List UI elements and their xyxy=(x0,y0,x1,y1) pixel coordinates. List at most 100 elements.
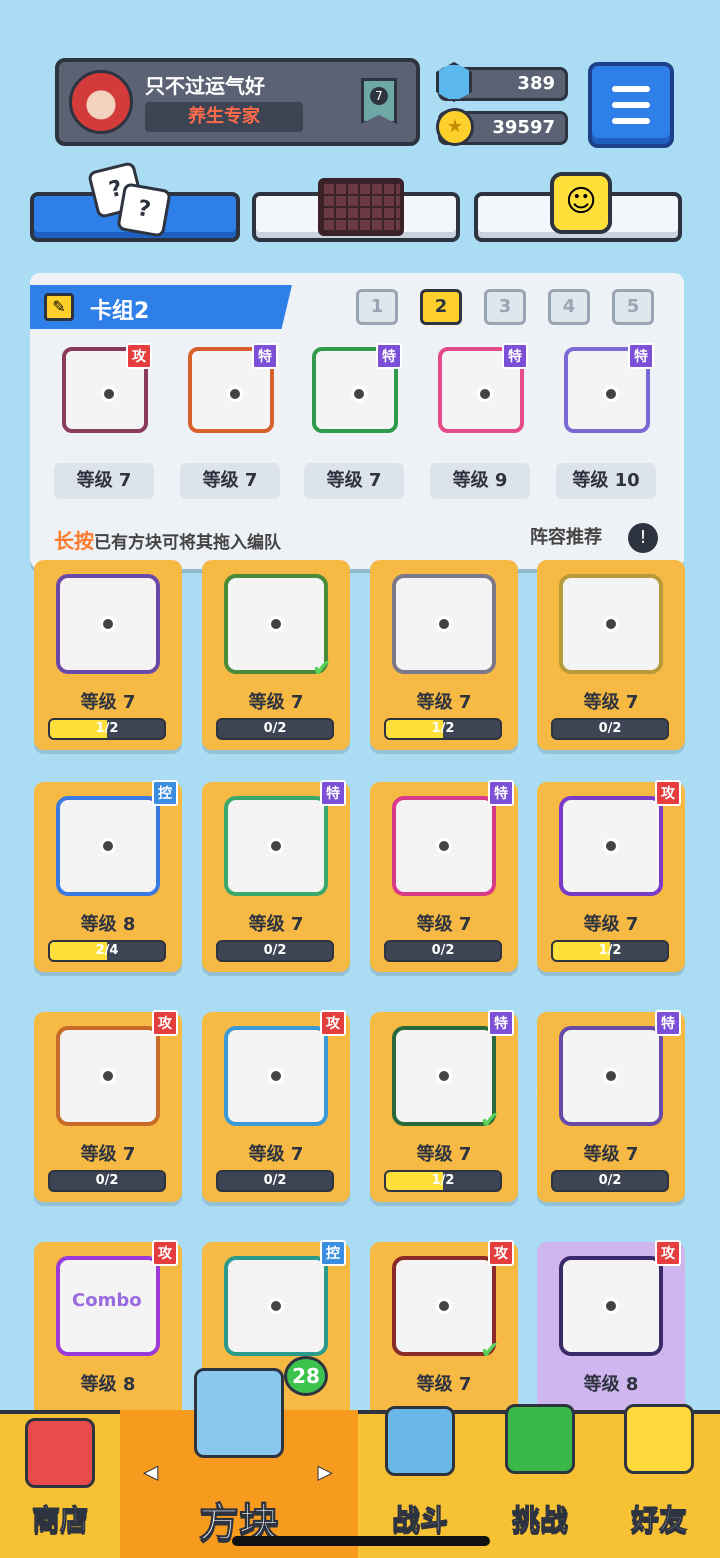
collection-card[interactable]: 攻等级 7 1/2 xyxy=(537,780,685,972)
card-pip-icon xyxy=(436,1068,452,1084)
card-pip-icon xyxy=(603,838,619,854)
card-type-badge: 控 xyxy=(152,780,178,806)
deck-card[interactable]: 特 xyxy=(556,333,656,441)
progress-text: 1/2 xyxy=(431,721,455,736)
progress-text: 0/2 xyxy=(598,1173,622,1188)
card-level: 等级 8 xyxy=(583,1374,639,1395)
deck-header[interactable]: ✎ 卡组2 xyxy=(30,285,292,329)
card-level: 等级 7 xyxy=(583,1144,639,1165)
card-type-badge: 特 xyxy=(320,780,346,806)
card-pip-icon xyxy=(436,616,452,632)
card-type-badge: 特 xyxy=(488,1010,514,1036)
card-level: 等级 7 xyxy=(80,1144,136,1165)
deck-number-3[interactable]: 3 xyxy=(484,289,526,325)
deck-card[interactable]: 特 xyxy=(304,333,404,441)
card-progress-bar: 0/2 xyxy=(48,1170,166,1192)
card-frame xyxy=(559,574,663,674)
card-frame xyxy=(224,1026,328,1126)
collection-card[interactable]: Combo 攻等级 8 xyxy=(34,1240,182,1432)
profile-panel[interactable]: 只不过运气好 养生专家 7 xyxy=(55,58,420,146)
card-frame: ✔ xyxy=(392,1026,500,1134)
check-icon: ✔ xyxy=(480,1106,501,1134)
card-level: 等级 7 xyxy=(583,692,639,713)
card-level: 等级 7 xyxy=(416,692,472,713)
rank-badge-icon[interactable]: 7 xyxy=(361,78,397,124)
card-type-badge: 特 xyxy=(376,343,402,369)
recommend-button[interactable]: 阵容推荐 xyxy=(530,523,602,549)
progress-text: 0/2 xyxy=(95,1173,119,1188)
card-pip-icon xyxy=(603,386,619,402)
collection-card[interactable]: 特等级 7 0/2 xyxy=(202,780,350,972)
dice-icon: ? xyxy=(116,182,172,238)
collection-card[interactable]: ✔ 攻等级 7 xyxy=(370,1240,518,1432)
card-level: 等级 7 xyxy=(416,914,472,935)
menu-icon-line xyxy=(612,118,650,124)
card-type-badge: 攻 xyxy=(320,1010,346,1036)
card-type-badge: 攻 xyxy=(152,1010,178,1036)
collection-card[interactable]: ✔ 特等级 7 1/2 xyxy=(370,1010,518,1202)
card-pip-icon xyxy=(100,616,116,632)
menu-button[interactable] xyxy=(588,62,674,148)
progress-text: 2/4 xyxy=(95,943,119,958)
card-level: 等级 7 xyxy=(80,692,136,713)
deck-card[interactable]: 攻 xyxy=(54,333,154,441)
collection-card[interactable]: 特等级 7 0/2 xyxy=(537,1010,685,1202)
progress-text: 0/2 xyxy=(598,721,622,736)
avatar[interactable] xyxy=(69,70,133,134)
card-level: 等级 7 xyxy=(416,1144,472,1165)
friends-icon xyxy=(624,1404,694,1474)
deck-number-5[interactable]: 5 xyxy=(612,289,654,325)
info-icon[interactable]: ! xyxy=(628,523,658,553)
collection-card[interactable]: 等级 7 1/2 xyxy=(370,560,518,750)
card-type-badge: 特 xyxy=(488,780,514,806)
progress-text: 1/2 xyxy=(598,943,622,958)
card-pip-icon xyxy=(477,386,493,402)
collection-card[interactable]: 攻等级 7 0/2 xyxy=(34,1010,182,1202)
progress-text: 0/2 xyxy=(263,721,287,736)
collection-card[interactable]: ✔ 等级 7 0/2 xyxy=(202,560,350,750)
card-frame xyxy=(392,796,496,896)
card-type-badge: 特 xyxy=(655,1010,681,1036)
challenge-icon xyxy=(505,1404,575,1474)
collection-card[interactable]: 攻等级 7 0/2 xyxy=(202,1010,350,1202)
card-progress-bar: 1/2 xyxy=(384,1170,502,1192)
deck-card[interactable]: 特 xyxy=(430,333,530,441)
collection-card[interactable]: 等级 7 1/2 xyxy=(34,560,182,750)
card-pip-icon xyxy=(436,838,452,854)
card-pip-icon xyxy=(603,1298,619,1314)
deck-number-1[interactable]: 1 xyxy=(356,289,398,325)
check-icon: ✔ xyxy=(312,654,333,682)
card-frame xyxy=(56,1026,160,1126)
hint-rest: 已有方块可将其拖入编队 xyxy=(94,533,281,553)
deck-number-4[interactable]: 4 xyxy=(548,289,590,325)
deck-card[interactable]: 特 xyxy=(180,333,280,441)
card-frame: Combo xyxy=(56,1256,160,1356)
collection-card[interactable]: 等级 7 0/2 xyxy=(537,560,685,750)
deck-card-level: 等级 7 xyxy=(180,463,280,499)
card-pip-icon xyxy=(603,616,619,632)
card-type-badge: 特 xyxy=(502,343,528,369)
card-progress-bar: 1/2 xyxy=(551,940,669,962)
emote-icon: ☺ xyxy=(550,172,612,234)
card-level: 等级 8 xyxy=(80,1374,136,1395)
card-frame xyxy=(392,574,496,674)
nav-label: 好友 xyxy=(630,1503,687,1537)
card-level: 等级 7 xyxy=(248,692,304,713)
arrow-right-icon[interactable]: ▶ xyxy=(318,1462,333,1484)
card-frame xyxy=(56,574,160,674)
progress-text: 0/2 xyxy=(263,943,287,958)
edit-icon[interactable]: ✎ xyxy=(44,293,74,321)
arrow-left-icon[interactable]: ◀ xyxy=(144,1462,159,1484)
collection-card[interactable]: 控等级 8 2/4 xyxy=(34,780,182,972)
nav-label: 战斗 xyxy=(391,1503,448,1537)
combo-label: Combo xyxy=(72,1290,142,1311)
rank-number: 7 xyxy=(370,87,388,105)
card-level: 等级 8 xyxy=(80,914,136,935)
card-pip-icon xyxy=(268,1298,284,1314)
card-frame xyxy=(224,796,328,896)
progress-text: 0/2 xyxy=(263,1173,287,1188)
deck-number-2[interactable]: 2 xyxy=(420,289,462,325)
card-progress-bar: 0/2 xyxy=(216,718,334,740)
menu-icon-line xyxy=(612,102,650,108)
collection-card[interactable]: 特等级 7 0/2 xyxy=(370,780,518,972)
